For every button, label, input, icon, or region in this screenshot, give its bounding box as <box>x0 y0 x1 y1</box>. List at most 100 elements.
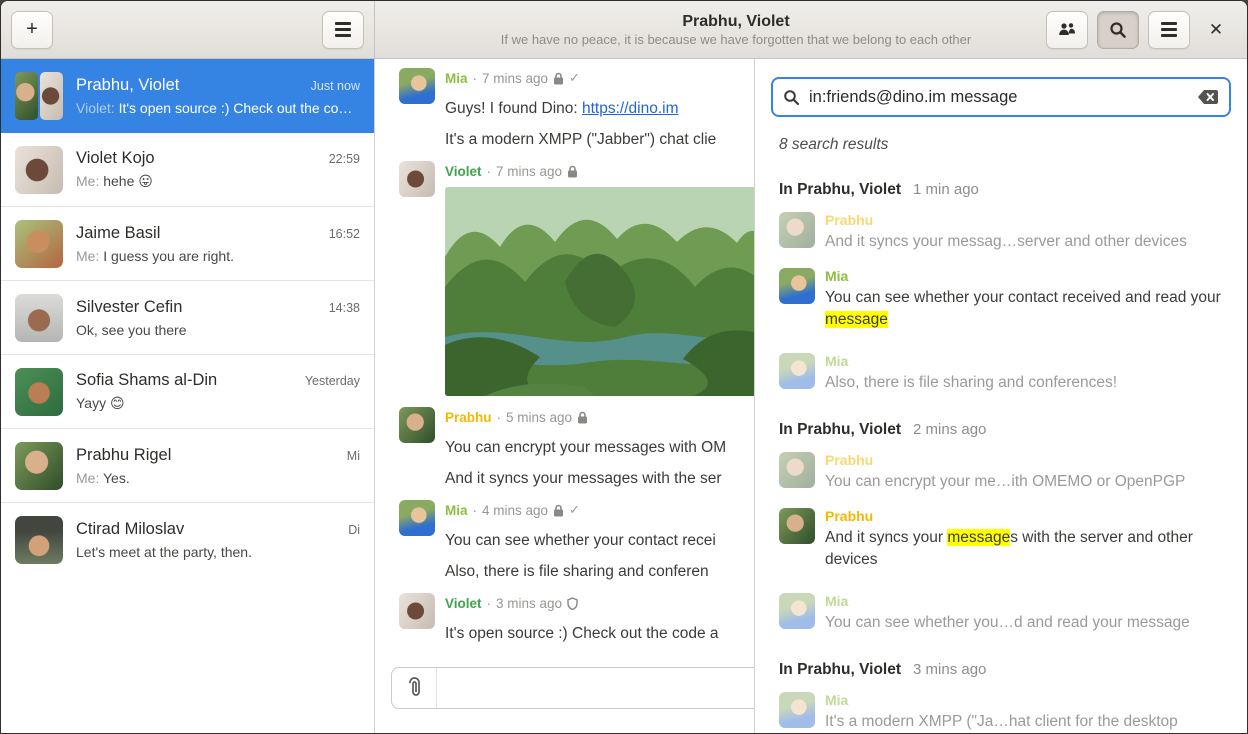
search-result[interactable]: Mia You can see whether you…d and read y… <box>771 593 1231 634</box>
encryption-lock-icon <box>567 165 578 178</box>
conversation-subtitle: If we have no peace, it is because we ha… <box>501 31 971 48</box>
avatar <box>15 442 63 490</box>
shared-photo[interactable] <box>445 187 755 396</box>
search-result[interactable]: Prabhu You can encrypt your me…ith OMEMO… <box>771 452 1231 493</box>
avatar <box>779 508 815 544</box>
message-text: And it syncs your messages with the ser <box>445 469 726 489</box>
search-result[interactable]: Mia You can see whether your contact rec… <box>771 268 1231 331</box>
conversation-row-prabhu-rigel[interactable]: Prabhu Rigel Mi Me: Yes. <box>1 429 374 503</box>
conversation-preview: Violet: It's open source :) Check out th… <box>76 100 360 116</box>
message-text: It's a modern XMPP ("Jabber") chat clie <box>445 130 716 150</box>
search-group-time: 1 min ago <box>913 181 979 198</box>
message-input-bar <box>391 667 755 709</box>
search-group-title: In Prabhu, Violet <box>779 181 901 199</box>
conversation-row-jaime-basil[interactable]: Jaime Basil 16:52 Me: I guess you are ri… <box>1 207 374 281</box>
conversation-name: Prabhu, Violet <box>76 76 303 95</box>
conversation-time: Mi <box>347 449 360 463</box>
sender-name: Violet <box>445 164 482 179</box>
conversation-name: Prabhu Rigel <box>76 446 339 465</box>
conversation-title: Prabhu, Violet <box>682 12 789 31</box>
avatar <box>779 268 815 304</box>
encryption-lock-icon <box>553 504 564 517</box>
conversation-list-menu-button[interactable] <box>322 11 364 49</box>
clear-search-button[interactable] <box>1197 89 1219 105</box>
paperclip-icon <box>407 677 422 699</box>
avatar <box>399 593 435 629</box>
avatar <box>15 368 63 416</box>
result-sender: Mia <box>825 353 1117 370</box>
avatar <box>779 692 815 728</box>
result-sender: Prabhu <box>825 212 1187 229</box>
search-button[interactable] <box>1097 11 1139 49</box>
conversation-name: Jaime Basil <box>76 224 321 243</box>
search-result[interactable]: Prabhu And it syncs your messag…server a… <box>771 212 1231 253</box>
avatar <box>15 220 63 268</box>
message-input[interactable] <box>437 668 755 708</box>
trust-shield-icon <box>567 597 578 610</box>
close-window-button[interactable]: ✕ <box>1199 11 1233 49</box>
avatar <box>15 72 63 120</box>
message-time: 5 mins ago <box>506 410 572 425</box>
sender-name: Mia <box>445 503 468 518</box>
conversation-name: Sofia Shams al-Din <box>76 371 297 390</box>
search-group-header: In Prabhu, Violet 2 mins ago <box>779 421 1223 439</box>
message-time: 7 mins ago <box>496 164 562 179</box>
conversation-name: Ctirad Miloslav <box>76 520 340 539</box>
search-panel: 8 search results In Prabhu, Violet 1 min… <box>755 59 1247 733</box>
search-result[interactable]: Mia It's a modern XMPP ("Ja…hat client f… <box>771 692 1231 733</box>
search-input[interactable] <box>809 88 1188 107</box>
conversation-preview: Ok, see you there <box>76 322 360 338</box>
add-conversation-button[interactable]: + <box>11 11 53 49</box>
result-text: Also, there is file sharing and conferen… <box>825 372 1117 394</box>
message-text: You can encrypt your messages with OM <box>445 438 726 458</box>
close-icon: ✕ <box>1209 20 1223 40</box>
conversation-time: Di <box>348 523 360 537</box>
conversation-row-violet-kojo[interactable]: Violet Kojo 22:59 Me: hehe 😛 <box>1 133 374 207</box>
message-time: 3 mins ago <box>496 596 562 611</box>
encryption-lock-icon <box>553 72 564 85</box>
occupants-button[interactable] <box>1046 11 1088 49</box>
conversation-row-prabhu-violet[interactable]: Prabhu, Violet Just now Violet: It's ope… <box>1 59 374 133</box>
sidebar-header: + <box>1 1 375 58</box>
conversation-time: 14:38 <box>329 301 360 315</box>
conversation-row-sofia-shams[interactable]: Sofia Shams al-Din Yesterday Yayy 😊 <box>1 355 374 429</box>
message-text: You can see whether your contact recei <box>445 531 716 551</box>
chat-view: Mia · 7 mins ago ✓ Guys! I found Dino: h… <box>375 59 755 733</box>
search-icon <box>783 89 800 106</box>
conversation-preview: Let's meet at the party, then. <box>76 544 360 560</box>
main-header: Prabhu, Violet If we have no peace, it i… <box>375 1 1247 58</box>
search-group-header: In Prabhu, Violet 1 min ago <box>779 181 1223 199</box>
search-result[interactable]: Prabhu And it syncs your messages with t… <box>771 508 1231 571</box>
conversation-row-silvester-cefin[interactable]: Silvester Cefin 14:38 Ok, see you there <box>1 281 374 355</box>
conversation-preview: Me: I guess you are right. <box>76 248 360 264</box>
dino-window: + Prabhu, Violet If we have no peace, it… <box>0 0 1248 734</box>
encryption-lock-icon <box>577 411 588 424</box>
conversation-name: Silvester Cefin <box>76 298 321 317</box>
avatar <box>399 161 435 197</box>
conversation-row-ctirad-miloslav[interactable]: Ctirad Miloslav Di Let's meet at the par… <box>1 503 374 577</box>
message-link[interactable]: https://dino.im <box>582 100 679 117</box>
result-text: And it syncs your messag…server and othe… <box>825 231 1187 253</box>
result-text: And it syncs your messages with the serv… <box>825 527 1227 571</box>
message-group: Violet · 3 mins ago It's open source :) … <box>375 582 754 644</box>
search-group-header: In Prabhu, Violet 3 mins ago <box>779 661 1223 679</box>
avatar <box>399 407 435 443</box>
result-text: It's a modern XMPP ("Ja…hat client for t… <box>825 711 1178 733</box>
message-time: 4 mins ago <box>482 503 548 518</box>
result-text: You can encrypt your me…ith OMEMO or Ope… <box>825 471 1185 493</box>
conversation-preview: Me: hehe 😛 <box>76 173 360 190</box>
conversation-list: Prabhu, Violet Just now Violet: It's ope… <box>1 59 375 733</box>
search-results-count: 8 search results <box>779 136 1231 154</box>
header-bar: + Prabhu, Violet If we have no peace, it… <box>1 1 1247 59</box>
avatar <box>15 516 63 564</box>
search-result[interactable]: Mia Also, there is file sharing and conf… <box>771 353 1231 394</box>
conversation-titles: Prabhu, Violet If we have no peace, it i… <box>375 1 1097 58</box>
message-group: Mia · 7 mins ago ✓ Guys! I found Dino: h… <box>375 59 754 150</box>
main-menu-button[interactable] <box>1148 11 1190 49</box>
search-group-title: In Prabhu, Violet <box>779 661 901 679</box>
attach-file-button[interactable] <box>392 668 437 708</box>
sender-name: Mia <box>445 71 468 86</box>
conversation-preview: Me: Yes. <box>76 470 360 486</box>
plus-icon: + <box>26 18 38 41</box>
hamburger-icon <box>335 22 351 37</box>
